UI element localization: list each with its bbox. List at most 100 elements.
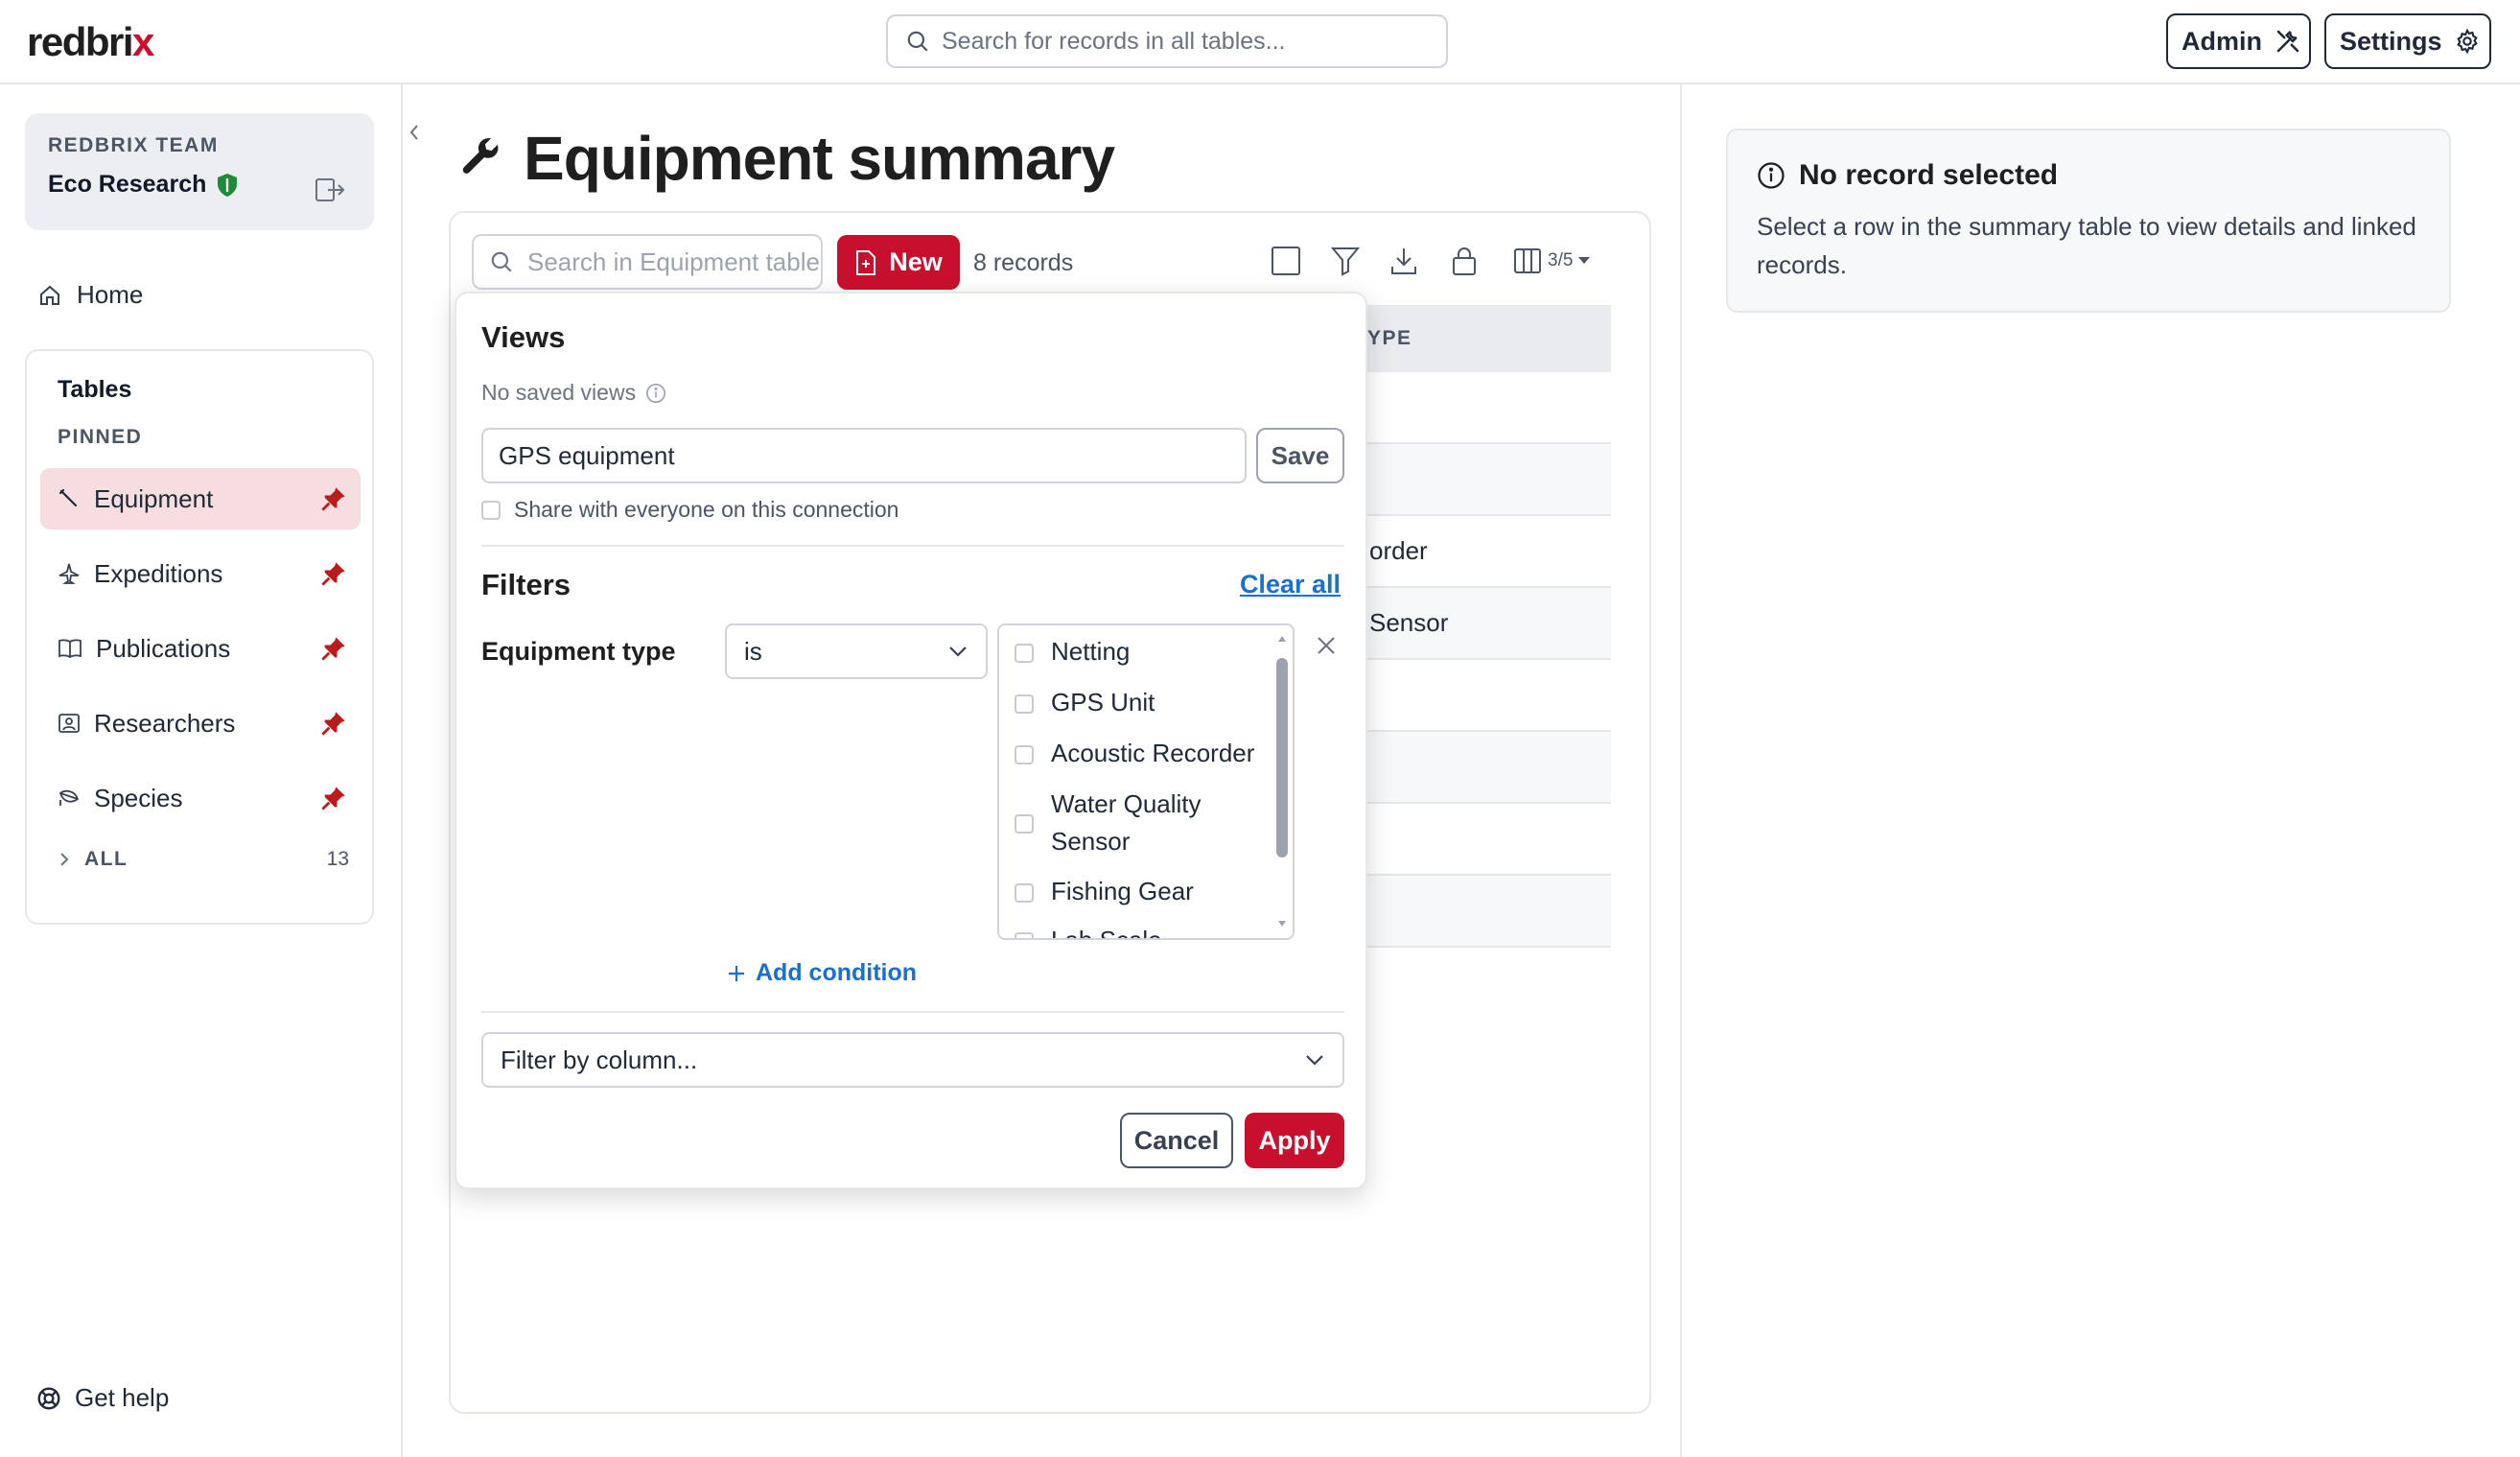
operator-value: is (744, 636, 762, 666)
column-header-type[interactable]: YPE (1362, 305, 1611, 372)
value-checkbox[interactable] (1015, 932, 1034, 938)
apply-button[interactable]: Apply (1245, 1113, 1344, 1168)
sidebar-item-researchers[interactable]: Researchers (40, 693, 361, 754)
sidebar-item-label: Researchers (94, 708, 236, 738)
pin-icon[interactable] (320, 710, 347, 737)
value-checkbox[interactable] (1015, 644, 1034, 663)
download-icon[interactable] (1389, 246, 1418, 276)
app-logo[interactable]: redbrix (27, 19, 154, 65)
team-name: Eco Research (48, 171, 351, 199)
value-option[interactable]: Lab Scale (1015, 922, 1264, 940)
shield-icon (216, 173, 239, 198)
table-row[interactable] (1362, 804, 1611, 876)
table-row[interactable] (1362, 876, 1611, 948)
new-file-icon (854, 249, 877, 276)
tables-title: Tables (58, 376, 132, 403)
columns-icon (1513, 247, 1542, 274)
pin-icon[interactable] (320, 635, 347, 662)
filter-by-column-placeholder: Filter by column... (501, 1045, 698, 1074)
get-help-link[interactable]: Get help (36, 1383, 169, 1413)
caret-down-icon (1578, 257, 1591, 265)
share-view-option[interactable]: Share with everyone on this connection (481, 497, 898, 523)
sign-out-icon[interactable] (315, 176, 345, 203)
sidebar-item-species[interactable]: Species (40, 767, 361, 829)
plus-icon (727, 964, 746, 983)
sidebar-home[interactable]: Home (38, 280, 143, 310)
remove-condition-icon[interactable] (1316, 635, 1337, 656)
value-checkbox[interactable] (1015, 883, 1034, 903)
info-icon (1757, 161, 1785, 190)
table-row[interactable]: order (1362, 516, 1611, 588)
share-checkbox[interactable] (481, 500, 501, 520)
gear-icon (2454, 28, 2481, 55)
value-label: Lab Scale (1051, 926, 1162, 940)
team-label: REDBRIX TEAM (48, 134, 219, 156)
table-row[interactable] (1362, 660, 1611, 732)
chevron-left-icon (408, 122, 421, 143)
add-condition-button[interactable]: Add condition (727, 959, 917, 987)
select-all-checkbox-icon[interactable] (1271, 246, 1301, 276)
home-icon (38, 284, 61, 307)
all-tables-toggle[interactable]: ALL 13 (58, 848, 349, 871)
tools-icon (2274, 27, 2302, 56)
wrench-icon (458, 134, 506, 182)
home-label: Home (77, 280, 144, 309)
clear-all-link[interactable]: Clear all (1240, 570, 1341, 599)
team-card: REDBRIX TEAM Eco Research (25, 113, 374, 230)
value-option[interactable]: GPS Unit (1015, 684, 1264, 721)
sidebar-item-expeditions[interactable]: Expeditions (40, 543, 361, 604)
value-option[interactable]: Fishing Gear (1015, 873, 1264, 910)
sidebar-item-label: Publications (96, 633, 231, 663)
value-option[interactable]: Netting (1015, 633, 1264, 670)
chevron-down-icon (947, 645, 968, 658)
new-record-button[interactable]: New (837, 235, 960, 290)
value-label: Water Quality Sensor (1051, 789, 1202, 856)
settings-button[interactable]: Settings (2324, 13, 2491, 69)
views-title: Views (481, 320, 566, 354)
operator-select[interactable]: is (725, 623, 988, 679)
info-icon[interactable] (645, 383, 666, 404)
wrench-icon (58, 487, 81, 510)
pin-icon[interactable] (320, 785, 347, 811)
top-bar: redbrix Search for records in all tables… (0, 0, 2520, 84)
summary-table: YPE order Sensor (1362, 305, 1611, 948)
values-listbox[interactable]: Netting GPS Unit Acoustic Recorder Water… (997, 623, 1295, 940)
table-row[interactable] (1362, 732, 1611, 804)
filter-icon[interactable] (1331, 246, 1360, 276)
value-option[interactable]: Water Quality Sensor (1015, 786, 1264, 860)
save-view-button[interactable]: Save (1256, 428, 1344, 483)
no-record-text: Select a row in the summary table to vie… (1757, 212, 2416, 279)
pinned-label: PINNED (58, 426, 143, 448)
values-scrollbar[interactable] (1275, 633, 1289, 930)
admin-button[interactable]: Admin (2166, 13, 2311, 69)
value-checkbox[interactable] (1015, 814, 1034, 834)
page-header: Equipment summary (458, 123, 1115, 194)
filter-by-column-select[interactable]: Filter by column... (481, 1032, 1344, 1088)
table-row[interactable]: Sensor (1362, 588, 1611, 660)
global-search-input[interactable]: Search for records in all tables... (886, 14, 1448, 68)
pin-icon[interactable] (320, 485, 347, 512)
search-icon (489, 249, 514, 274)
plane-icon (58, 562, 81, 585)
value-checkbox[interactable] (1015, 694, 1034, 714)
value-label: Netting (1051, 637, 1131, 666)
filters-title: Filters (481, 568, 572, 601)
columns-count: 3/5 (1548, 250, 1574, 270)
view-name-input[interactable]: GPS equipment (481, 428, 1247, 483)
sidebar-item-equipment[interactable]: Equipment (40, 468, 361, 529)
collapse-sidebar-button[interactable] (403, 113, 426, 152)
values-scroll-thumb[interactable] (1276, 658, 1288, 858)
lock-icon[interactable] (1451, 246, 1478, 276)
share-label: Share with everyone on this connection (514, 497, 899, 522)
book-icon (58, 637, 82, 660)
sidebar-item-publications[interactable]: Publications (40, 618, 361, 679)
admin-button-label: Admin (2182, 26, 2262, 56)
table-search-input[interactable]: Search in Equipment table (472, 234, 823, 290)
value-option[interactable]: Acoustic Recorder (1015, 735, 1264, 772)
table-row[interactable] (1362, 372, 1611, 444)
cancel-button[interactable]: Cancel (1120, 1113, 1233, 1168)
pin-icon[interactable] (320, 560, 347, 587)
value-checkbox[interactable] (1015, 745, 1034, 764)
table-row[interactable] (1362, 444, 1611, 516)
columns-toggle[interactable]: 3/5 (1513, 247, 1591, 274)
